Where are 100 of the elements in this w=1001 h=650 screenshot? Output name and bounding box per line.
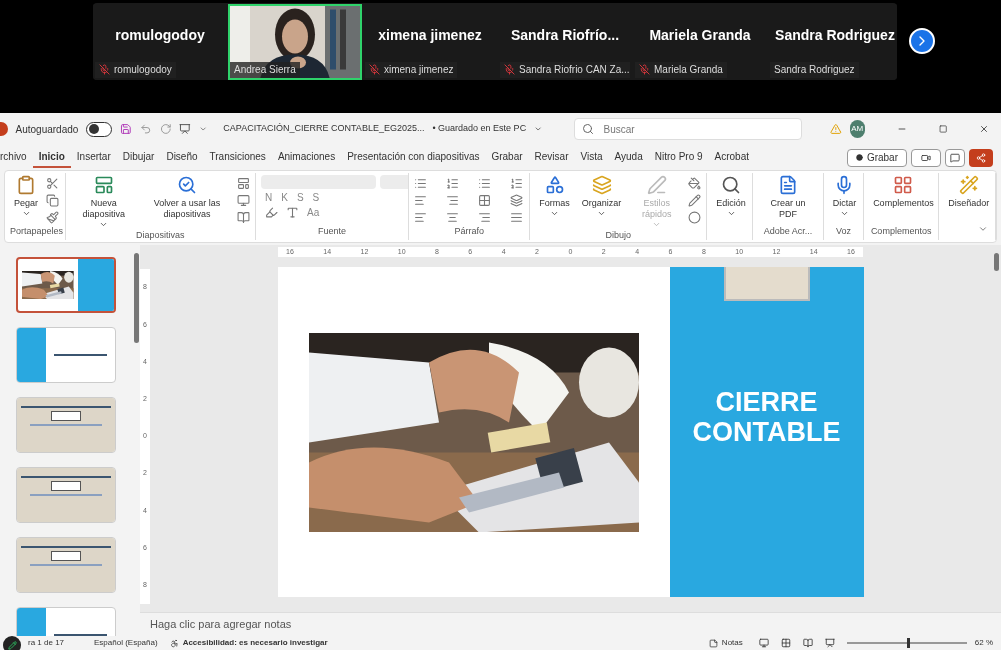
share-button[interactable] [969,148,993,167]
comments-button[interactable] [945,148,965,167]
ribbon-button[interactable]: Complementos [869,173,938,209]
redo-icon[interactable] [159,122,172,136]
scrollbar-thumb[interactable] [993,253,999,271]
close-icon[interactable] [979,123,989,135]
slide-thumbnail[interactable] [16,397,116,453]
font-style-button[interactable]: S [312,191,320,204]
annotation-button[interactable] [3,636,21,650]
save-status[interactable]: • Guardado en Este PC [432,122,527,136]
align-left-icon[interactable] [414,211,428,224]
ribbon-tab[interactable]: Ayuda [608,147,649,168]
scrollbar-thumb[interactable] [133,253,139,343]
outline-icon[interactable] [688,194,702,207]
share-icon [976,152,986,163]
ribbon-tab[interactable]: Vista [574,147,609,168]
cut-icon[interactable] [46,177,60,190]
notes-button[interactable]: Notas [721,637,743,649]
file-title: CAPACITACIÓN_CIERRE CONTABLE_EG2025... [223,122,425,136]
format-painter-icon[interactable] [46,211,60,224]
new-slide-icon [93,175,114,195]
ribbon-button[interactable]: Edición [712,173,750,218]
accessibility-status[interactable]: Accesibilidad: es necesario investigar [182,637,328,649]
fill-icon[interactable] [688,177,702,190]
meeting-button[interactable] [911,148,941,167]
ribbon-button[interactable]: Diseñador [944,173,994,209]
participant-name: Mariela Granda [649,26,751,45]
ribbon-tab[interactable]: Animaciones [271,147,342,168]
undo-icon[interactable] [140,122,152,136]
autosave-toggle[interactable] [86,121,113,137]
next-page-button[interactable] [909,28,935,54]
ribbon-button[interactable]: Pegar [10,173,43,218]
align-right-icon[interactable] [478,211,492,224]
restore-icon[interactable] [938,124,947,134]
group-label: Párrafo [453,224,485,238]
columns-icon[interactable] [478,194,492,207]
ribbon-button[interactable]: Organizar [577,173,626,218]
slide-thumbnail[interactable] [16,467,116,523]
highlighter-icon[interactable] [265,206,278,219]
ribbon-tab[interactable]: Revisar [528,147,575,168]
record-button[interactable]: Grabar [846,148,907,167]
ribbon-tab[interactable]: Diseño [160,147,204,168]
collapse-ribbon-icon[interactable] [978,224,988,234]
ribbon-tab[interactable]: Acrobat [708,147,755,168]
justify-icon[interactable] [510,211,524,224]
participant-tile[interactable]: Andrea Sierra [228,3,362,80]
ribbon-tab[interactable]: Dibujar [116,147,161,168]
font-style-button[interactable]: N [265,191,273,204]
font-style-button[interactable]: K [281,191,288,204]
bullets-icon[interactable] [414,177,428,190]
align-center-icon[interactable] [446,211,460,224]
numbering-icon[interactable] [446,177,460,190]
zoom-slider-thumb[interactable] [906,638,910,648]
font-style-button[interactable]: S [296,191,304,204]
ribbon-tab[interactable]: Insertar [70,147,117,168]
presentation-icon[interactable] [179,122,192,136]
participant-tile[interactable]: Sandra Rodriguez Sandra Rodriguez [768,3,897,80]
ribbon-button[interactable]: Nueva diapositiva [70,173,137,229]
font-size-field[interactable] [380,175,409,189]
ribbon-tab[interactable]: Inicio [32,147,71,168]
language[interactable]: Español (España) [94,637,158,649]
app-logo-icon [0,122,8,136]
ribbon-button[interactable]: Dictar [828,173,861,218]
caret-icon [652,220,662,229]
caret-icon [726,209,736,218]
shapes-icon [544,175,565,195]
slide-count: ra 1 de 17 [28,637,65,649]
ribbon-tab[interactable]: rchivo [0,147,33,168]
ribbon-tab[interactable]: Presentación con diapositivas [341,147,486,168]
ribbon-button[interactable]: Crear un PDF [758,173,818,220]
slide-thumbnail[interactable] [16,327,116,383]
reading-view-icon[interactable] [802,638,813,648]
slideshow-icon[interactable] [824,638,835,648]
notes-icon [708,638,718,648]
addins-icon [893,175,914,195]
ribbon-tab[interactable]: Grabar [485,147,529,168]
change-case-button[interactable]: Aa [307,206,320,219]
search-field[interactable]: Buscar [574,118,802,140]
layout-icon[interactable] [237,177,250,190]
font-color-icon[interactable] [286,206,299,219]
ribbon-tab[interactable]: Nitro Pro 9 [648,147,709,168]
save-icon[interactable] [120,122,132,136]
sorter-view-icon[interactable] [780,638,791,648]
participant-caption: Andrea Sierra [234,63,296,77]
ribbon-button[interactable]: Volver a usar las diapositivas [141,173,233,220]
slide-thumbnail[interactable] [16,257,116,313]
group-label: Dibujo [604,229,633,240]
user-avatar[interactable]: AM [849,120,865,138]
slide-thumbnail[interactable] [16,537,116,593]
copy-icon[interactable] [46,194,60,207]
caret-icon [550,209,560,218]
notes-placeholder[interactable]: Haga clic para agregar notas [150,616,292,633]
group-label: Adobe Acr... [762,224,814,238]
effects-icon[interactable] [688,211,702,224]
ribbon-tab[interactable]: Transiciones [203,147,272,168]
participant-caption: Sandra Riofrio CAN Za... [519,63,630,77]
ribbon-button[interactable]: Formas [535,173,574,218]
normal-view-icon[interactable] [758,638,769,648]
group-label: Diapositivas [135,229,186,240]
zoom-level[interactable]: 62 % [974,637,993,649]
